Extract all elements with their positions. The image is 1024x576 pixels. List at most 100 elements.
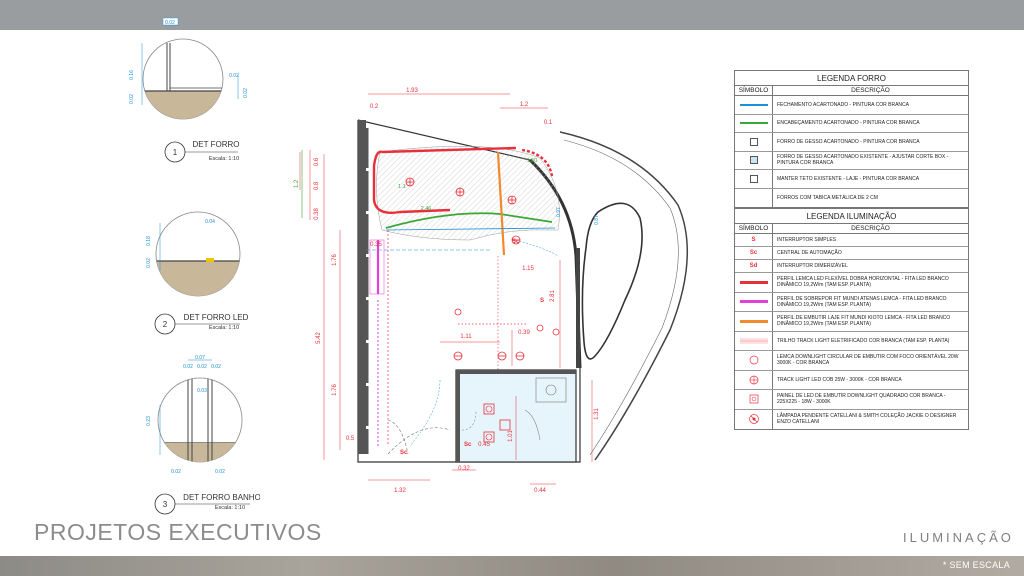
switch-symbol: S [735,234,773,246]
detail1-number: 1 [173,148,178,157]
legend-forro-col-symbol: SÍMBOLO [735,86,773,95]
detail3-dim-c: 0.02 [197,364,207,370]
detail3-dim-h: 0.02 [215,469,225,475]
green-line-swatch [739,122,768,125]
legend-forro-desc: ENCABEÇAMENTO ACARTONADO - PINTURA COR B… [777,120,920,127]
detail-forro: 0.02 0.16 0.02 0.02 0.02 1 DET FORRO Esc… [129,17,249,163]
detail1-name: DET FORRO [193,140,240,149]
legend-ilum-col-symbol: SÍMBOLO [735,224,773,233]
legend-ilum-row: Sd INTERRUPTOR DIMERIZÁVEL [735,260,968,273]
legend-ilum-desc: CENTRAL DE AUTOMAÇÃO [777,249,842,256]
detail1-scale: Escala: 1:10 [209,156,239,162]
dim-087: 0.87 [594,215,600,225]
legend-forro-desc: FORROS COM TABICA METÁLICA DE 2 CM [777,194,878,201]
legend-ilum-desc: PERFIL LEMCA LED FLEXÍVEL DOBRA HORIZONT… [777,276,949,289]
led-panel-icon [749,394,758,404]
dim-097: 0.97 [556,207,562,217]
dim-150: 1.50 [527,158,538,164]
detail3-dim-g: 0.02 [171,469,181,475]
scale-note: * SEM ESCALA [942,560,1010,570]
dim-032: 0.32 [458,466,470,472]
legend-forro-row: MANTER TETO EXISTENTE - LAJE - PINTURA C… [735,170,968,189]
detail-forro-banho: 0.07 0.02 0.02 0.02 0.03 0.23 0.02 0.02 … [146,355,260,515]
detail2-dim-a: 0.04 [205,219,215,225]
detail3-dim-a: 0.07 [195,355,205,361]
plan-switch-sc2: Sc [400,450,408,456]
legend-ilum-row: TRILHO TRACK LIGHT ELETRIFICADO COR BRAN… [735,331,968,351]
detail3-number: 3 [163,500,168,509]
legend-forro-row: ENCABEÇAMENTO ACARTONADO - PINTURA COR B… [735,114,968,133]
plan-switch-sc3: Sc [464,442,472,448]
dimmer-symbol: Sd [735,260,773,272]
legend-forro-row: FORRO DE GESSO ACARTONADO - PINTURA COR … [735,133,968,152]
plan-switch-sc1: Sc [512,239,520,245]
legend-forro-desc: FORRO DE GESSO ACARTONADO - PINTURA COR … [777,138,920,145]
dim-06: 0.6 [314,157,320,166]
magenta-line-swatch [739,300,768,304]
detail2-number: 2 [163,320,168,329]
legend-forro-col-desc: DESCRIÇÃO [851,87,890,94]
red-line-swatch [739,280,768,284]
detail-forro-led: 0.04 0.18 0.02 2 DET FORRO LED Escala: 1… [146,211,249,335]
detail1-dim-e: 0.02 [243,88,249,98]
legend-ilum-row: LEMCA DOWNLIGHT CIRCULAR DE EMBUTIR COM … [735,351,968,371]
dim-01: 0.1 [544,120,553,126]
dim-176a: 1.76 [332,254,338,266]
legend-ilum-desc: PERFIL DE SOBREPOR FIT MUNDI ATENAS LEMC… [777,295,947,308]
legend-ilum-header-row: SÍMBOLO DESCRIÇÃO [735,224,968,234]
dim-08: 0.8 [314,181,320,190]
box-swatch [749,174,758,183]
legend-ilum-desc: LEMCA DOWNLIGHT CIRCULAR DE EMBUTIR COM … [777,354,959,367]
dim-111: 1.11 [460,334,472,340]
legend-forro-desc: MANTER TETO EXISTENTE - LAJE - PINTURA C… [777,175,920,182]
dim-193: 1.93 [406,88,418,94]
dim-115: 1.15 [522,266,534,272]
dim-12a: 1.2 [520,102,529,108]
dim-132: 1.32 [394,488,406,494]
dim-05: 0.5 [346,436,355,442]
ceiling-details: 0.02 0.16 0.02 0.02 0.02 1 DET FORRO Esc… [129,17,260,515]
legend-ilum-desc: PERFIL DE EMBUTIR LAJE FIT MUNDI KIOTO L… [777,315,951,328]
dim-038: 0.38 [314,208,320,220]
dim-11: 1.1 [398,184,406,190]
legend-forro-row: FORRO DE GESSO ACARTONADO EXISTENTE - AJ… [735,151,968,170]
plan-switch-s1: S [540,298,544,304]
dim-045: 0.45 [478,442,490,448]
detail1-dim-b: 0.16 [129,70,135,80]
legend-forro-row: FECHAMENTO ACARTONADO - PINTURA COR BRAN… [735,96,968,115]
blue-line-swatch [739,103,768,106]
detail2-scale: Escala: 1:10 [209,325,239,331]
detail1-dim-c: 0.02 [129,94,135,104]
legend-ilum-col-desc: DESCRIÇÃO [851,225,890,232]
detail1-dim-a: 0.02 [165,20,175,26]
dim-12b: 1.2 [294,179,300,188]
legend-ilum-desc: LÂMPADA PENDENTE CATELLANI & SMITH COLEÇ… [777,413,957,426]
downlight-icon [749,355,758,365]
legend-forro-desc: FECHAMENTO ACARTONADO - PINTURA COR BRAN… [777,101,909,108]
track-light-icon [749,375,758,385]
legend-ilum-row: TRACK LIGHT LED COB 25W - 3000K - COR BR… [735,370,968,390]
detail3-dim-b: 0.02 [183,364,193,370]
filled-box-swatch [749,156,758,165]
box-swatch [749,137,758,146]
lighting-floor-plan: Sc Sc Sc S 1.93 1.2 0.2 0.6 0.8 0.38 1.7… [294,88,689,494]
dim-131: 1.31 [594,408,600,420]
dim-246: 2.46 [421,206,432,212]
dim-044: 0.44 [534,488,546,494]
pendant-lamp-icon [748,414,759,425]
legend-iluminacao: LEGENDA ILUMINAÇÃO SÍMBOLO DESCRIÇÃO S I… [734,208,969,430]
dim-281: 2.81 [550,290,556,302]
dim-02: 0.2 [370,104,379,110]
dim-542: 5.42 [316,332,322,344]
legend-ilum-row: Sc CENTRAL DE AUTOMAÇÃO [735,247,968,260]
detail3-dim-e: 0.03 [197,388,207,394]
legend-forro: LEGENDA FORRO SÍMBOLO DESCRIÇÃO FECHAMEN… [734,70,969,208]
dim-101: 1.01 [508,430,514,442]
legend-ilum-desc: TRACK LIGHT LED COB 25W - 3000K - COR BR… [777,376,902,383]
dim-035: 0.35 [370,242,382,248]
legend-forro-header-row: SÍMBOLO DESCRIÇÃO [735,86,968,96]
detail1-dim-d: 0.02 [229,73,239,79]
detail3-name: DET FORRO BANHO [183,493,260,502]
legend-ilum-desc: PAINEL DE LED DE EMBUTIR DOWNLIGHT QUADR… [777,393,946,406]
legend-ilum-row: PAINEL DE LED DE EMBUTIR DOWNLIGHT QUADR… [735,390,968,410]
